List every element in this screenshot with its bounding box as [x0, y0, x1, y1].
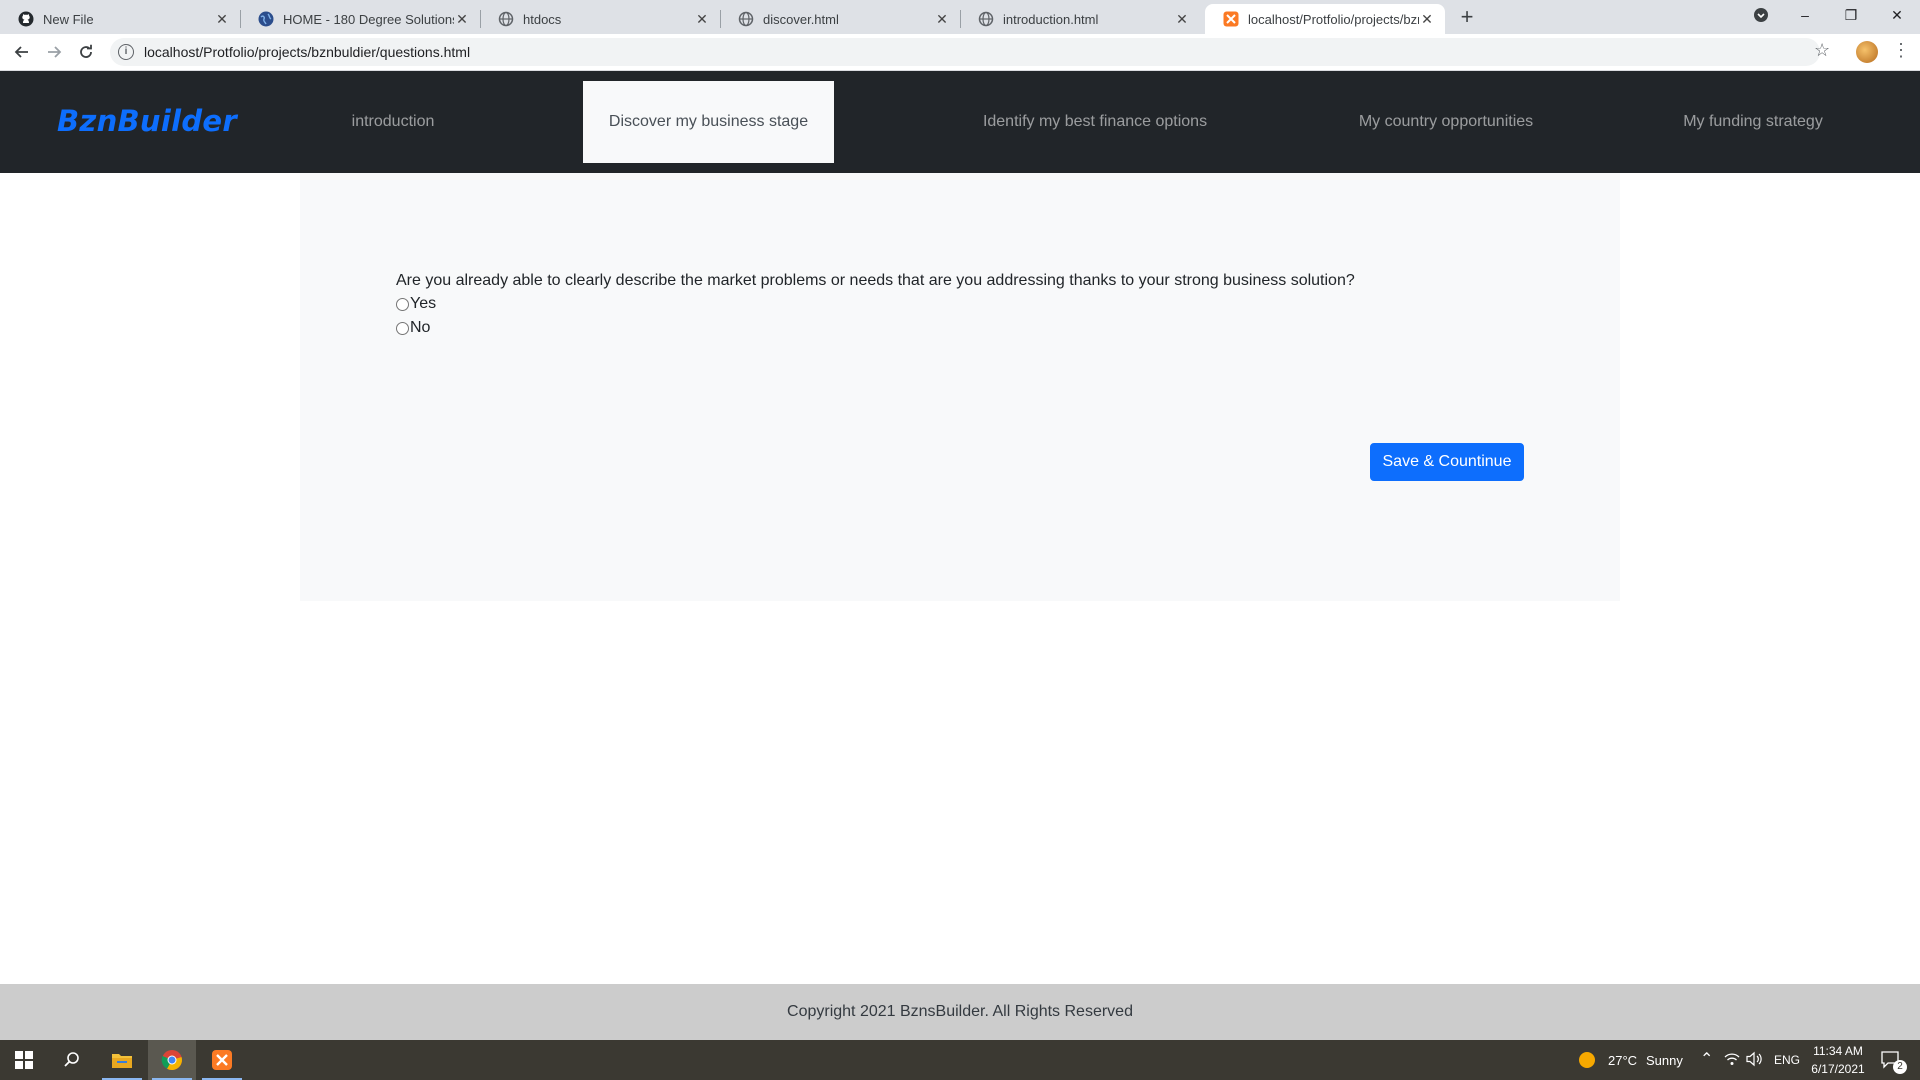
nav-link-finance-options[interactable]: Identify my best finance options [965, 81, 1225, 163]
close-icon[interactable]: ✕ [694, 11, 710, 28]
chrome-icon[interactable] [148, 1040, 196, 1080]
github-icon [18, 11, 34, 27]
tab-title: HOME - 180 Degree Solutions [283, 11, 454, 27]
weather-sun-icon[interactable] [1578, 1051, 1596, 1072]
notification-badge: 2 [1893, 1060, 1907, 1074]
browser-tab-strip: New File ✕ HOME - 180 Degree Solutions ✕… [0, 0, 1920, 34]
browser-toolbar: i localhost/Protfolio/projects/bznbuldie… [0, 34, 1920, 71]
browser-tab-active[interactable]: localhost/Protfolio/projects/bznb ✕ [1205, 4, 1445, 34]
site-footer: Copyright 2021 BznsBuilder. All Rights R… [0, 984, 1920, 1040]
kebab-menu-icon[interactable]: ⋮ [1892, 40, 1910, 61]
file-explorer-icon[interactable] [98, 1040, 146, 1080]
nav-link-introduction[interactable]: introduction [329, 81, 457, 163]
clock-date[interactable]: 6/17/2021 [1810, 1062, 1866, 1076]
forward-icon[interactable] [42, 40, 66, 64]
option-yes-label: Yes [410, 295, 437, 312]
tab-title: htdocs [523, 11, 562, 27]
profile-avatar[interactable] [1856, 41, 1878, 63]
volume-icon[interactable] [1746, 1051, 1764, 1070]
question-panel: Are you already able to clearly describe… [300, 173, 1620, 601]
close-window-button[interactable]: ✕ [1874, 0, 1920, 30]
tray-chevron-up-icon[interactable]: ⌃ [1700, 1049, 1713, 1069]
option-no[interactable]: No [396, 319, 430, 337]
restore-button[interactable]: ❐ [1828, 0, 1874, 30]
browser-tab[interactable]: HOME - 180 Degree Solutions ✕ [240, 4, 480, 34]
nav-link-country-opportunities[interactable]: My country opportunities [1339, 81, 1553, 163]
url-text: localhost/Protfolio/projects/bznbuldier/… [144, 44, 471, 60]
question-text: Are you already able to clearly describe… [396, 272, 1355, 289]
brand-logo[interactable]: BznBuilder [57, 104, 237, 138]
nav-link-funding-strategy[interactable]: My funding strategy [1673, 81, 1833, 163]
windows-start-icon[interactable] [0, 1040, 48, 1080]
tab-title: introduction.html [1003, 11, 1099, 27]
weather-temp[interactable]: 27°C [1608, 1053, 1637, 1068]
radio-no[interactable] [396, 321, 409, 335]
new-tab-button[interactable]: + [1455, 6, 1479, 30]
minimize-button[interactable]: – [1782, 0, 1828, 30]
tab-title: New File [43, 11, 94, 27]
reload-icon[interactable] [74, 40, 98, 64]
bookmark-star-icon[interactable]: ☆ [1814, 40, 1830, 61]
windows-taskbar: 27°C Sunny ⌃ ENG 11:34 AM 6/17/2021 2 [0, 1040, 1920, 1080]
save-continue-button[interactable]: Save & Countinue [1370, 443, 1524, 481]
close-icon[interactable]: ✕ [934, 11, 950, 28]
tab-search-icon[interactable] [1738, 0, 1784, 30]
globe-icon [738, 11, 754, 27]
browser-tab[interactable]: introduction.html ✕ [960, 4, 1200, 34]
xampp-taskbar-icon[interactable] [198, 1040, 246, 1080]
address-bar[interactable]: i localhost/Protfolio/projects/bznbuldie… [110, 38, 1820, 66]
copyright-text: Copyright 2021 BznsBuilder. All Rights R… [787, 1003, 1133, 1020]
radio-yes[interactable] [396, 297, 409, 311]
language-indicator[interactable]: ENG [1774, 1053, 1800, 1067]
weather-desc[interactable]: Sunny [1646, 1053, 1683, 1068]
network-icon[interactable] [1724, 1052, 1740, 1069]
back-icon[interactable] [10, 40, 34, 64]
browser-tab[interactable]: New File ✕ [0, 4, 240, 34]
globe-icon [258, 11, 274, 27]
close-icon[interactable]: ✕ [454, 11, 470, 28]
info-icon[interactable]: i [118, 44, 134, 60]
close-icon[interactable]: ✕ [1419, 11, 1435, 28]
browser-tab[interactable]: htdocs ✕ [480, 4, 720, 34]
close-icon[interactable]: ✕ [1174, 11, 1190, 28]
xampp-icon [1223, 11, 1239, 27]
close-icon[interactable]: ✕ [214, 11, 230, 28]
tab-title: discover.html [763, 11, 839, 27]
tab-title: localhost/Protfolio/projects/bznb [1248, 11, 1419, 27]
globe-icon [498, 11, 514, 27]
option-yes[interactable]: Yes [396, 295, 436, 313]
search-icon[interactable] [48, 1040, 96, 1080]
globe-icon [978, 11, 994, 27]
nav-link-discover-business-stage[interactable]: Discover my business stage [583, 81, 834, 163]
browser-tab[interactable]: discover.html ✕ [720, 4, 960, 34]
option-no-label: No [410, 319, 431, 336]
site-navbar: BznBuilder introduction Discover my busi… [0, 71, 1920, 173]
clock-time[interactable]: 11:34 AM [1810, 1044, 1866, 1058]
